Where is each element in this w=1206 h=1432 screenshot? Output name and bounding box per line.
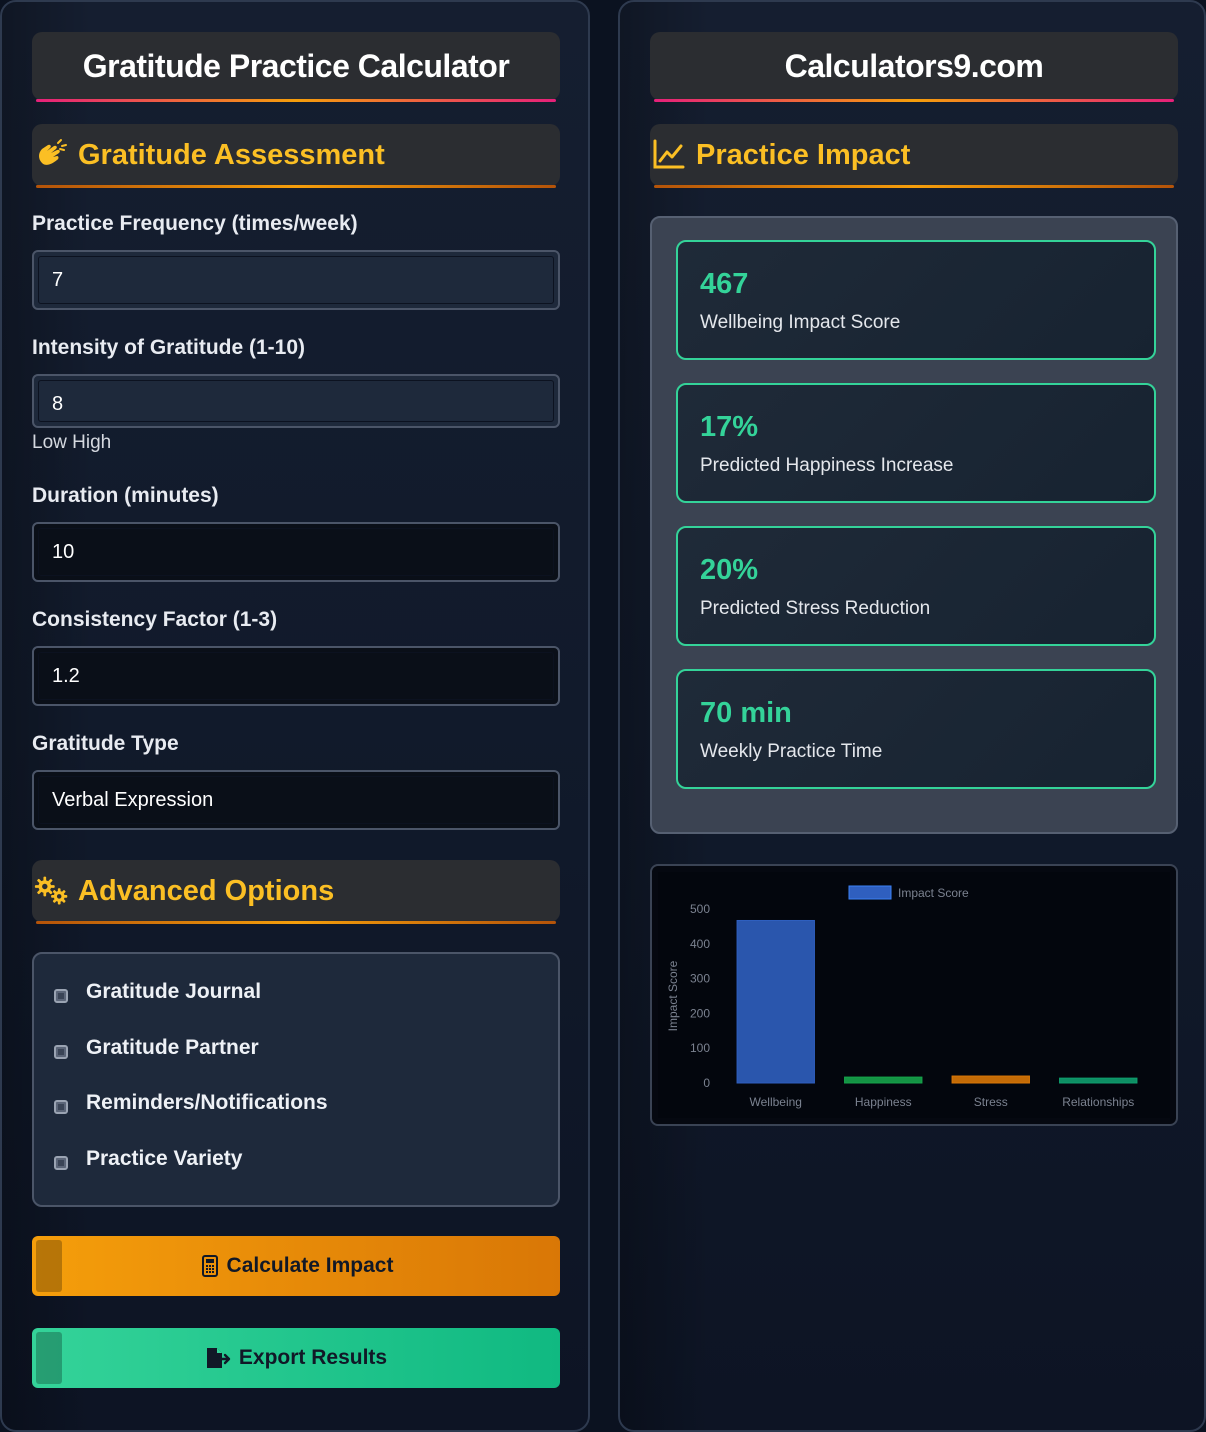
bar-stress	[951, 1075, 1030, 1084]
practice-impact-header: Practice Impact	[650, 124, 1178, 188]
wellbeing-score-card: 467 Wellbeing Impact Score	[676, 240, 1156, 360]
y-tick-label: 200	[690, 1006, 710, 1020]
happiness-value: 17%	[700, 411, 759, 443]
export-results-label: Export Results	[238, 1346, 388, 1369]
gratitude-assessment-header: Gratitude Assessment	[32, 124, 560, 188]
frequency-value: 7	[52, 268, 64, 291]
option-label: Gratitude Journal	[86, 980, 262, 1003]
bar-relationships	[1059, 1077, 1138, 1084]
wellbeing-score-value: 467	[700, 268, 749, 300]
bar-happiness	[844, 1076, 923, 1084]
option-gratitude-partner[interactable]: Gratitude Partner	[54, 1036, 259, 1060]
option-label: Gratitude Partner	[86, 1036, 259, 1059]
option-gratitude-journal[interactable]: Gratitude Journal	[54, 980, 261, 1004]
impact-chart: 0 100 200 300 400 500 Impact Score Impact Score…	[650, 864, 1178, 1126]
y-tick-label: 0	[703, 1076, 710, 1090]
intensity-value: 8	[52, 392, 64, 415]
advanced-options-header: Advanced Options	[32, 860, 560, 924]
y-tick-label: 500	[690, 902, 710, 916]
y-tick-label: 300	[690, 972, 710, 986]
calculator-title: Gratitude Practice Calculator	[32, 32, 560, 102]
weekly-time-card: 70 min Weekly Practice Time	[676, 669, 1156, 789]
option-reminders[interactable]: Reminders/Notifications	[54, 1091, 328, 1115]
stress-card: 20% Predicted Stress Reduction	[676, 526, 1156, 646]
option-practice-variety[interactable]: Practice Variety	[54, 1147, 242, 1171]
gratitude-type-select[interactable]: Verbal Expression	[32, 770, 560, 830]
y-axis-label: Impact Score	[666, 960, 680, 1031]
stress-label: Predicted Stress Reduction	[700, 598, 931, 619]
happiness-card: 17% Predicted Happiness Increase	[676, 383, 1156, 503]
stress-value: 20%	[700, 554, 759, 586]
x-tick-label: Wellbeing	[750, 1095, 802, 1109]
results-panel: Calculators9.com Practice Impact 467 Wel…	[618, 0, 1206, 1432]
option-label: Practice Variety	[86, 1147, 243, 1170]
y-tick-label: 400	[690, 937, 710, 951]
file-export-icon	[205, 1347, 233, 1369]
consistency-value: 1.2	[52, 664, 80, 687]
legend-swatch	[848, 885, 892, 900]
intensity-range-hint: Low High	[32, 432, 112, 453]
checkbox-reminders[interactable]	[54, 1100, 68, 1114]
gratitude-type-label: Gratitude Type	[32, 732, 179, 755]
gratitude-assessment-title: Gratitude Assessment	[78, 138, 385, 171]
y-tick-label: 100	[690, 1041, 710, 1055]
advanced-options-list: Gratitude Journal Gratitude Partner Remi…	[32, 952, 560, 1207]
export-results-button[interactable]: Export Results	[32, 1328, 560, 1388]
gears-icon	[34, 873, 70, 909]
frequency-label: Practice Frequency (times/week)	[32, 212, 358, 235]
x-tick-label: Stress	[974, 1095, 1008, 1109]
wellbeing-score-label: Wellbeing Impact Score	[700, 312, 901, 333]
happiness-label: Predicted Happiness Increase	[700, 455, 954, 476]
consistency-label: Consistency Factor (1-3)	[32, 608, 278, 631]
results-container: 467 Wellbeing Impact Score 17% Predicted…	[650, 216, 1178, 834]
practice-impact-title: Practice Impact	[696, 138, 911, 171]
duration-label: Duration (minutes)	[32, 484, 219, 507]
option-label: Reminders/Notifications	[86, 1091, 328, 1114]
checkbox-gratitude-partner[interactable]	[54, 1045, 68, 1059]
weekly-time-label: Weekly Practice Time	[700, 741, 883, 762]
x-tick-label: Happiness	[855, 1095, 912, 1109]
consistency-input[interactable]: 1.2	[32, 646, 560, 706]
legend-label: Impact Score	[898, 886, 969, 900]
duration-value: 10	[52, 540, 75, 563]
gratitude-type-value: Verbal Expression	[52, 788, 214, 811]
calculate-impact-button[interactable]: Calculate Impact	[32, 1236, 560, 1296]
site-title: Calculators9.com	[650, 32, 1178, 102]
calculator-icon	[199, 1255, 221, 1277]
intensity-input[interactable]: 8	[32, 374, 560, 428]
frequency-input[interactable]: 7	[32, 250, 560, 310]
advanced-options-title: Advanced Options	[78, 874, 335, 907]
intensity-label: Intensity of Gratitude (1-10)	[32, 336, 306, 359]
checkbox-practice-variety[interactable]	[54, 1156, 68, 1170]
impact-bar-chart: 0 100 200 300 400 500 Impact Score Impact Score…	[658, 872, 1170, 1118]
x-tick-label: Relationships	[1062, 1095, 1134, 1109]
bar-wellbeing	[736, 919, 815, 1084]
clapping-hands-icon	[34, 137, 70, 173]
calculate-impact-label: Calculate Impact	[226, 1254, 394, 1277]
weekly-time-value: 70 min	[700, 697, 792, 729]
calculator-panel: Gratitude Practice Calculator Gratitude …	[0, 0, 590, 1432]
line-chart-icon	[652, 137, 688, 173]
duration-input[interactable]: 10	[32, 522, 560, 582]
checkbox-gratitude-journal[interactable]	[54, 989, 68, 1003]
